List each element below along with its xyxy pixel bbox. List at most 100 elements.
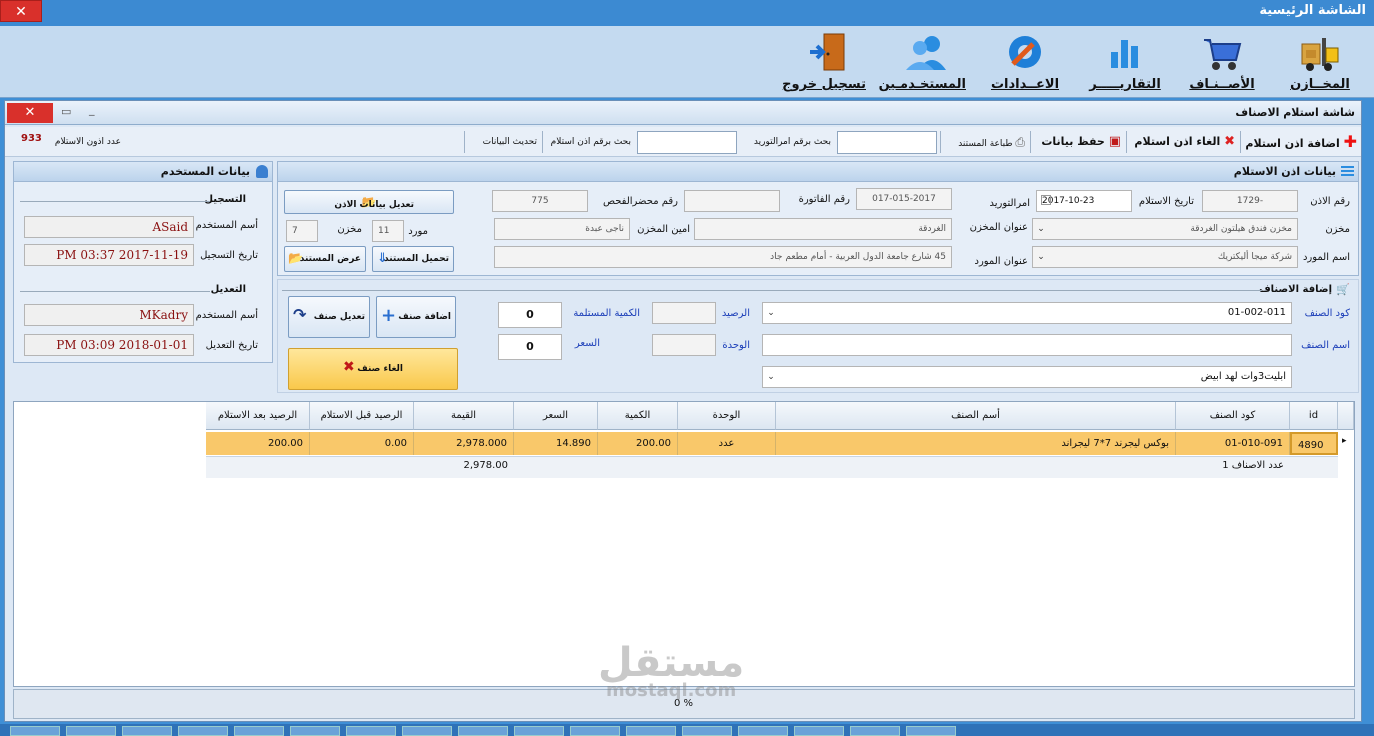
cell-id[interactable]: 4890 bbox=[1290, 432, 1338, 455]
cell-unit[interactable]: عدد bbox=[678, 432, 776, 455]
cell-balance-before[interactable]: 0.00 bbox=[310, 432, 414, 455]
menu-settings[interactable]: الاعــدادات bbox=[986, 28, 1064, 96]
menu-items-label: الأصــنـاف bbox=[1189, 77, 1255, 92]
column-header-code[interactable]: كود الصنف bbox=[1176, 402, 1290, 430]
chevron-down-icon[interactable]: ⌄ bbox=[764, 303, 778, 323]
calendar-checkbox-icon bbox=[1041, 195, 1051, 205]
view-document-label: عرض المستند bbox=[299, 254, 361, 264]
summary-count: عدد الاصناف 1 bbox=[1222, 460, 1284, 471]
taskbar-item[interactable] bbox=[402, 726, 452, 736]
date-picker[interactable]: 2017-10-23 bbox=[1036, 190, 1132, 212]
store-combo[interactable]: مخزن فندق هيلتون الغردقة bbox=[1032, 218, 1298, 240]
window-close-button[interactable]: ✕ bbox=[7, 103, 53, 123]
menu-items[interactable]: الأصــنـاف bbox=[1186, 28, 1258, 96]
supplier-combo[interactable]: شركة ميجا أليكتريك bbox=[1032, 246, 1298, 268]
cell-balance-after[interactable]: 200.00 bbox=[206, 432, 310, 455]
window-maximize-button[interactable]: ▭ bbox=[61, 105, 71, 118]
receipt-data-header: بيانات اذن الاستلام bbox=[278, 162, 1358, 182]
taskbar-item[interactable] bbox=[682, 726, 732, 736]
menu-logout[interactable]: تسجيل خروج bbox=[782, 28, 866, 96]
receipt-search-input[interactable] bbox=[637, 131, 737, 154]
taskbar-item[interactable] bbox=[290, 726, 340, 736]
column-header-balance-after[interactable]: الرصيد بعد الاستلام bbox=[206, 402, 310, 430]
keeper-label: امين المخزن bbox=[637, 224, 690, 235]
window-minimize-button[interactable]: _ bbox=[89, 103, 95, 116]
menu-users[interactable]: المستخـدمـين bbox=[879, 28, 966, 96]
plus-icon: ✚ bbox=[1343, 132, 1357, 151]
save-button[interactable]: ▣ حفظ بيانات bbox=[1041, 131, 1121, 153]
receipt-count-label: عدد اذون الاستلام bbox=[54, 137, 121, 147]
settings-icon bbox=[1009, 36, 1041, 68]
cell-code[interactable]: 01-010-091 bbox=[1176, 432, 1290, 455]
item-name-field[interactable] bbox=[762, 334, 1292, 356]
group-divider bbox=[20, 291, 210, 292]
cell-value[interactable]: 2,978.000 bbox=[414, 432, 514, 455]
cell-qty[interactable]: 200.00 bbox=[598, 432, 678, 455]
summary-value: 2,978.00 bbox=[463, 460, 508, 471]
upload-document-button[interactable]: ⇓ تحميل المستند bbox=[372, 246, 454, 272]
toolbar-separator bbox=[1126, 131, 1127, 153]
taskbar-item[interactable] bbox=[570, 726, 620, 736]
column-header-qty[interactable]: الكمية bbox=[598, 402, 678, 430]
item-description-combo[interactable]: ابليت3وات لهد ابيض bbox=[762, 366, 1292, 388]
taskbar-item[interactable] bbox=[178, 726, 228, 736]
receipt-count-value: 933 bbox=[21, 133, 42, 144]
column-header-balance-before[interactable]: الرصيد قبل الاستلام bbox=[310, 402, 414, 430]
receipt-search-label: بحث برقم اذن استلام bbox=[550, 137, 631, 147]
taskbar-item[interactable] bbox=[906, 726, 956, 736]
menu-settings-label: الاعــدادات bbox=[990, 77, 1060, 92]
x-icon: ✖ bbox=[343, 359, 355, 375]
supply-order-search-input[interactable] bbox=[837, 131, 937, 154]
supplier-num-combo[interactable]: 11 bbox=[372, 220, 404, 242]
price-input[interactable]: 0 bbox=[498, 334, 562, 360]
taskbar-item[interactable] bbox=[458, 726, 508, 736]
column-header-unit[interactable]: الوحدة bbox=[678, 402, 776, 430]
taskbar-item[interactable] bbox=[626, 726, 676, 736]
cancel-item-button[interactable]: ✖ الغاء صنف bbox=[288, 348, 458, 390]
taskbar-item[interactable] bbox=[514, 726, 564, 736]
chevron-down-icon[interactable]: ⌄ bbox=[1034, 219, 1048, 239]
cancel-item-label: الغاء صنف bbox=[357, 364, 403, 374]
store-num-combo[interactable]: 7 bbox=[286, 220, 318, 242]
chevron-down-icon[interactable]: ⌄ bbox=[1034, 247, 1048, 267]
permit-no-field: 1729- bbox=[1202, 190, 1298, 212]
taskbar-item[interactable] bbox=[738, 726, 788, 736]
edit-permit-label: تعديل بيانات الاذن bbox=[334, 200, 414, 210]
column-header-value[interactable]: القيمة bbox=[414, 402, 514, 430]
add-receipt-button[interactable]: ✚ اضافة اذن استلام bbox=[1245, 131, 1357, 153]
item-code-combo[interactable]: 01-002-011 bbox=[762, 302, 1292, 324]
registration-group-title: التسجيل bbox=[204, 194, 246, 205]
menu-reports[interactable]: التقاريـــــر bbox=[1086, 28, 1164, 96]
taskbar-item[interactable] bbox=[122, 726, 172, 736]
chevron-down-icon[interactable]: ⌄ bbox=[764, 367, 778, 387]
column-header-name[interactable]: أسم الصنف bbox=[776, 402, 1176, 430]
cell-price[interactable]: 14.890 bbox=[514, 432, 598, 455]
supply-order-label: امرالتوريد bbox=[989, 198, 1030, 209]
column-header-id[interactable]: id bbox=[1290, 402, 1338, 430]
bar-chart-icon bbox=[1111, 40, 1138, 68]
menu-stores[interactable]: المخــازن bbox=[1280, 28, 1360, 96]
print-button[interactable]: ⎙ طباعة المستند bbox=[958, 131, 1025, 153]
edit-item-button[interactable]: ↷ تعديل صنف bbox=[288, 296, 370, 338]
add-item-button[interactable]: + اضافة صنف bbox=[376, 296, 456, 338]
taskbar-item[interactable] bbox=[66, 726, 116, 736]
refresh-button[interactable]: تحديث البيانات bbox=[483, 131, 537, 153]
taskbar-item[interactable] bbox=[234, 726, 284, 736]
mod-date-field: PM 03:09 2018-01-01 bbox=[24, 334, 194, 356]
cart-icon bbox=[1204, 39, 1242, 70]
cell-name[interactable]: بوكس ليجرند 7*7 ليجراند bbox=[776, 432, 1176, 455]
view-document-button[interactable]: 📂 عرض المستند bbox=[284, 246, 366, 272]
inspection-field: 775 bbox=[492, 190, 588, 212]
received-qty-input[interactable]: 0 bbox=[498, 302, 562, 328]
arrow-redo-icon: ↷ bbox=[293, 305, 307, 324]
store-label: مخزن bbox=[1325, 224, 1350, 235]
taskbar-item[interactable] bbox=[10, 726, 60, 736]
taskbar-item[interactable] bbox=[850, 726, 900, 736]
toolbar-separator bbox=[1240, 131, 1241, 153]
column-header-price[interactable]: السعر bbox=[514, 402, 598, 430]
app-close-button[interactable]: ✕ bbox=[0, 0, 42, 22]
reg-date-field: PM 03:37 2017-11-19 bbox=[24, 244, 194, 266]
taskbar-item[interactable] bbox=[346, 726, 396, 736]
cancel-receipt-button[interactable]: ✖ الغاء اذن استلام bbox=[1134, 131, 1235, 153]
taskbar-item[interactable] bbox=[794, 726, 844, 736]
